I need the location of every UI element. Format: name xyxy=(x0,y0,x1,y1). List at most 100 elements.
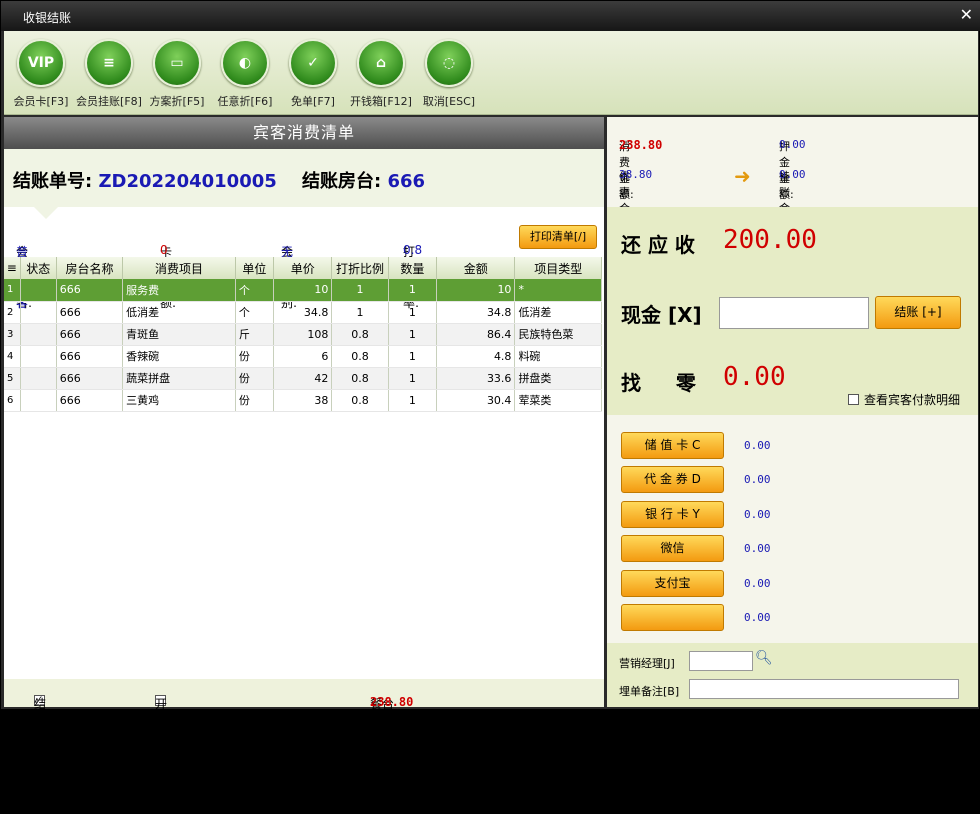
cash-input[interactable] xyxy=(719,297,869,329)
cell-item: 服务费 xyxy=(122,279,236,302)
column-header[interactable]: 单价 xyxy=(273,257,333,279)
custom-discount-button[interactable]: ◐ 任意折[F6] xyxy=(210,39,280,109)
column-header[interactable]: 项目类型 xyxy=(514,257,602,279)
table-row[interactable]: 6 666 三黄鸡份 38 0.8 1 30.4 荤菜类 xyxy=(4,389,602,412)
toolbar: VIP 会员卡[F3] ≡ 会员挂账[F8] ▭ 方案折[F5] ◐ 任意折[F6] ✓ 免单[F… xyxy=(4,31,978,115)
bill-table-value: 666 xyxy=(387,171,426,192)
table-row[interactable]: 3 666 青斑鱼斤 108 0.8 1 86.4 民族特色菜 xyxy=(4,323,602,346)
bill-number-value: ZD202204010005 xyxy=(98,171,277,192)
table-row[interactable]: 1 666 服务费个 10 1 1 10 * xyxy=(4,279,602,302)
cell-amount: 30.4 xyxy=(436,389,516,412)
remark-label: 埋单备注[B] xyxy=(619,685,680,698)
cell-status xyxy=(20,279,57,302)
bill-number-label: 结账单号: xyxy=(13,171,93,192)
cancel-button[interactable]: ◌ 取消[ESC] xyxy=(414,39,484,109)
cell-item: 三黄鸡 xyxy=(122,389,236,412)
payment-method-value: 0.00 xyxy=(744,507,771,521)
payment-method-button[interactable]: 代 金 券 D xyxy=(621,466,724,494)
cell-status xyxy=(20,345,57,368)
table-row[interactable]: 2 666 低消差个 34.8 1 1 34.8 低消差 xyxy=(4,301,602,324)
payment-method-value: 0.00 xyxy=(744,473,771,487)
payment-method-button[interactable]: 储 值 卡 C xyxy=(621,432,724,459)
cell-rate: 0.8 xyxy=(331,367,389,390)
column-header[interactable]: 单位 xyxy=(235,257,275,279)
cell-type: 民族特色菜 xyxy=(514,323,602,346)
row-number-header: ≡ xyxy=(4,257,21,279)
payment-method-value: 0.00 xyxy=(744,611,771,624)
cell-status xyxy=(20,323,57,346)
column-header[interactable]: 打折比例 xyxy=(331,257,389,279)
payment-method-value: 0.00 xyxy=(744,439,771,452)
amount-due-label: 还 应 收 xyxy=(621,233,695,257)
column-header[interactable]: 消费项目 xyxy=(122,257,236,279)
table-header: ≡ 状态 房台名称 消费项目 单位 单价 打折比例 数量 金额 项目类型 xyxy=(4,257,602,279)
view-payment-detail-checkbox[interactable] xyxy=(848,394,859,405)
cell-price: 38 xyxy=(273,389,333,412)
cell-room: 666 xyxy=(56,323,124,346)
cell-amount: 4.8 xyxy=(436,345,516,368)
open-drawer-icon: ⌂ xyxy=(357,39,405,87)
member-card-button[interactable]: VIP 会员卡[F3] xyxy=(6,39,76,109)
cell-price: 6 xyxy=(273,345,333,368)
cell-room: 666 xyxy=(56,301,124,324)
search-icon[interactable]: 🔍︎ xyxy=(755,650,773,666)
plan-discount-button[interactable]: ▭ 方案折[F5] xyxy=(142,39,212,109)
cell-qty: 1 xyxy=(388,279,437,302)
member-credit-button[interactable]: ≡ 会员挂账[F8] xyxy=(74,39,144,109)
free-order-button[interactable]: ✓ 免单[F7] xyxy=(278,39,348,109)
column-header[interactable]: 房台名称 xyxy=(56,257,124,279)
cell-price: 108 xyxy=(273,323,333,346)
cell-room: 666 xyxy=(56,367,124,390)
cell-unit: 个 xyxy=(235,301,275,324)
cell-type: * xyxy=(514,279,602,302)
payment-panel: 消费金额: 238.80 押金金额: 0.00 优惠合计: 38.80 ➜ 挂账… xyxy=(607,117,978,707)
toolbar-label: 会员挂账[F8] xyxy=(76,95,142,108)
payment-method-button[interactable]: 微信 xyxy=(621,535,724,563)
cell-item: 蔬菜拼盘 xyxy=(122,367,236,390)
consumption-list-panel: 宾客消费清单 结账单号: ZD202204010005 结账房台: 666 会员… xyxy=(4,117,604,813)
toolbar-label: 开钱箱[F12] xyxy=(350,95,412,108)
window-title: 收银结账 xyxy=(23,11,72,25)
discount-rate-value: 0.8 xyxy=(403,243,423,257)
checkout-button[interactable]: 结账 [+] xyxy=(875,296,961,329)
column-header[interactable]: 状态 xyxy=(20,257,57,279)
view-payment-detail-option[interactable]: 查看宾客付款明细 xyxy=(848,391,960,408)
custom-discount-icon: ◐ xyxy=(221,39,269,87)
toolbar-label: 免单[F7] xyxy=(291,95,335,108)
amount-summary: 消费金额: 238.80 押金金额: 0.00 优惠合计: 38.80 ➜ 挂账… xyxy=(607,117,978,231)
cell-rate: 1 xyxy=(331,301,389,324)
open-drawer-button[interactable]: ⌂ 开钱箱[F12] xyxy=(346,39,416,109)
cell-price: 34.8 xyxy=(273,301,333,324)
cell-type: 拼盘类 xyxy=(514,367,602,390)
table-row[interactable]: 4 666 香辣碗份 6 0.8 1 4.8 料碗 xyxy=(4,345,602,368)
remark-input[interactable] xyxy=(689,679,959,699)
cell-qty: 1 xyxy=(388,323,437,346)
toolbar-label: 方案折[F5] xyxy=(149,95,205,108)
consume-amount-value: 238.80 xyxy=(619,138,663,152)
cell-qty: 1 xyxy=(388,301,437,324)
table-row[interactable]: 5 666 蔬菜拼盘份 42 0.8 1 33.6 拼盘类 xyxy=(4,367,602,390)
amount-due-section: 还 应 收 200.00 现金 [X] 结账 [+] 找 零 0.00 查看宾客… xyxy=(607,207,978,415)
close-icon[interactable]: ✕ xyxy=(960,5,973,24)
column-header[interactable]: 金额 xyxy=(436,257,516,279)
checkout-notes: 营销经理[J] 🔍︎ 埋单备注[B] xyxy=(607,643,978,707)
cell-room: 666 xyxy=(56,345,124,368)
payment-method-button[interactable]: 银 行 卡 Y xyxy=(621,500,724,528)
payment-method-button[interactable] xyxy=(621,604,724,631)
consumption-table: ≡ 状态 房台名称 消费项目 单位 单价 打折比例 数量 金额 项目类型 1 666 服务费个 10 1 1… xyxy=(4,257,602,412)
cell-unit: 份 xyxy=(235,389,275,412)
deposit-amount-value: 0.00 xyxy=(779,138,806,151)
list-footer: ✓ 结账时打印账单 开具发票 餐台（666） 消费清单 合计: 238.80 xyxy=(4,679,604,813)
payment-method-button[interactable]: 支付宝 xyxy=(621,569,724,597)
row-number: 2 xyxy=(4,301,21,324)
cell-amount: 10 xyxy=(436,279,516,302)
column-header[interactable]: 数量 xyxy=(388,257,437,279)
print-list-button[interactable]: 打印清单[/] xyxy=(519,225,597,249)
cell-status xyxy=(20,389,57,412)
discount-total-value: 38.80 xyxy=(619,168,653,181)
cell-amount: 86.4 xyxy=(436,323,516,346)
print-on-checkout-label: 结账时打印账单 xyxy=(34,697,47,813)
bill-number: 结账单号: ZD202204010005 xyxy=(13,167,277,193)
manager-input[interactable] xyxy=(689,651,753,671)
cell-unit: 份 xyxy=(235,367,275,390)
